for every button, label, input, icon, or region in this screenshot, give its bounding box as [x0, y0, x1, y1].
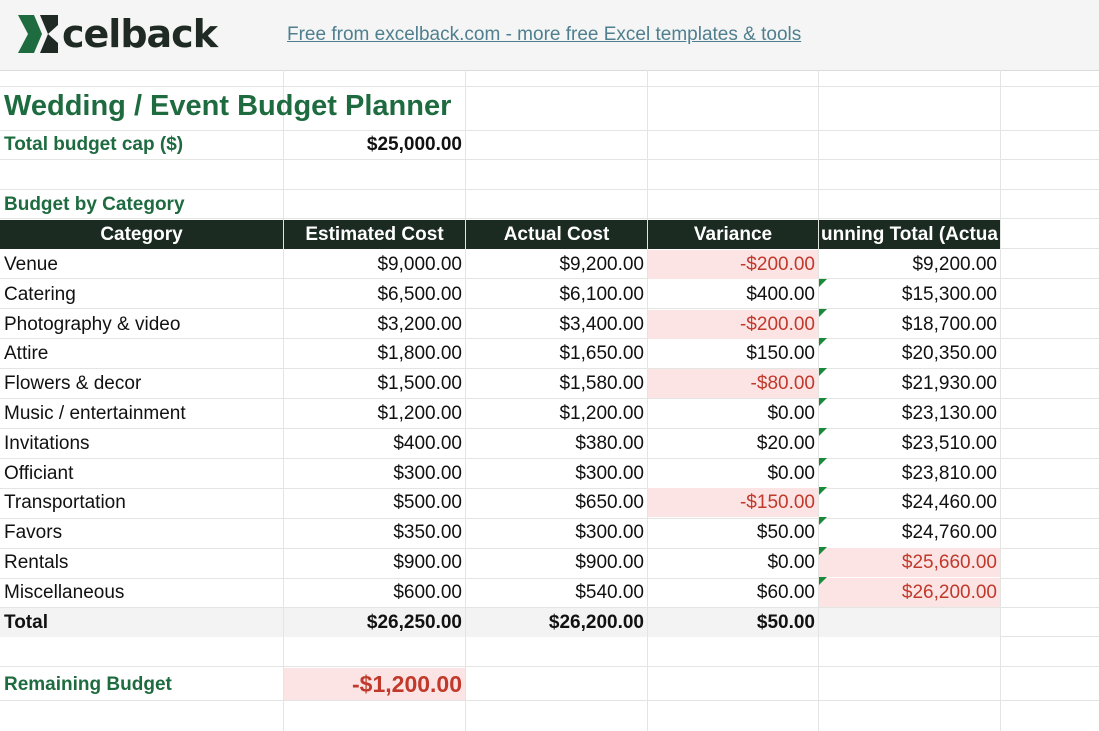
- running-total-cell[interactable]: $24,760.00: [819, 518, 1000, 547]
- column-header-category[interactable]: Category: [0, 220, 283, 249]
- excelback-logo-icon: [18, 15, 58, 53]
- actual-cell[interactable]: $380.00: [466, 429, 647, 458]
- cell-warning-indicator: [819, 308, 827, 317]
- column-header-running-total[interactable]: unning Total (Actua: [819, 220, 1000, 249]
- variance-cell[interactable]: -$150.00: [648, 488, 818, 518]
- category-cell[interactable]: Photography & video: [0, 310, 283, 339]
- cell-warning-indicator: [819, 338, 827, 347]
- grid-line: [0, 159, 1099, 160]
- running-total-cell[interactable]: $15,300.00: [819, 280, 1000, 309]
- running-total-cell[interactable]: $25,660.00: [819, 548, 1000, 577]
- actual-cell[interactable]: $300.00: [466, 518, 647, 547]
- variance-cell[interactable]: $20.00: [648, 429, 818, 458]
- category-cell[interactable]: Attire: [0, 339, 283, 368]
- running-total-cell[interactable]: $18,700.00: [819, 310, 1000, 339]
- estimated-cell[interactable]: $9,000.00: [284, 250, 465, 279]
- running-total-cell[interactable]: $21,930.00: [819, 369, 1000, 398]
- cell-warning-indicator: [819, 427, 827, 436]
- cell-warning-indicator: [819, 547, 827, 555]
- variance-cell[interactable]: $0.00: [648, 548, 818, 577]
- estimated-cell[interactable]: $900.00: [284, 548, 465, 577]
- actual-cell[interactable]: $3,400.00: [466, 310, 647, 339]
- variance-cell[interactable]: -$200.00: [648, 250, 818, 279]
- category-cell[interactable]: Transportation: [0, 488, 283, 517]
- actual-cell[interactable]: $900.00: [466, 548, 647, 577]
- estimated-cell[interactable]: $300.00: [284, 459, 465, 488]
- total-label: Total: [0, 608, 283, 637]
- header-bar: celback Free from excelback.com - more f…: [0, 0, 1099, 71]
- actual-cell[interactable]: $650.00: [466, 488, 647, 517]
- column-header-estimated[interactable]: Estimated Cost: [284, 220, 465, 249]
- estimated-cell[interactable]: $600.00: [284, 578, 465, 607]
- variance-cell[interactable]: $60.00: [648, 578, 818, 607]
- section-label: Budget by Category: [4, 194, 185, 215]
- category-cell[interactable]: Favors: [0, 518, 283, 547]
- budget-cap-value[interactable]: $25,000.00: [283, 130, 465, 159]
- column-header-variance[interactable]: Variance: [648, 220, 818, 249]
- actual-cell[interactable]: $1,200.00: [466, 399, 647, 428]
- running-total-cell[interactable]: $26,200.00: [819, 577, 1000, 607]
- variance-cell[interactable]: $0.00: [648, 399, 818, 428]
- actual-cell[interactable]: $300.00: [466, 459, 647, 488]
- grid-line: [0, 666, 1099, 667]
- running-total-cell[interactable]: $23,510.00: [819, 429, 1000, 458]
- budget-cap-label: Total budget cap ($): [4, 134, 184, 155]
- variance-cell[interactable]: -$200.00: [648, 309, 818, 339]
- actual-cell[interactable]: $540.00: [466, 578, 647, 607]
- total-running-empty[interactable]: [819, 608, 1000, 637]
- actual-cell[interactable]: $6,100.00: [466, 280, 647, 309]
- category-cell[interactable]: Officiant: [0, 459, 283, 488]
- cell-warning-indicator: [819, 517, 827, 526]
- actual-cell[interactable]: $1,580.00: [466, 369, 647, 398]
- running-total-cell[interactable]: $23,810.00: [819, 459, 1000, 488]
- column-header-actual[interactable]: Actual Cost: [466, 220, 647, 249]
- category-cell[interactable]: Invitations: [0, 429, 283, 458]
- total-estimated[interactable]: $26,250.00: [284, 608, 465, 637]
- spreadsheet-grid: Wedding / Event Budget Planner Total bud…: [0, 70, 1099, 731]
- category-cell[interactable]: Flowers & decor: [0, 369, 283, 398]
- excelback-logo[interactable]: celback: [18, 12, 218, 56]
- cell-warning-indicator: [819, 457, 827, 466]
- category-cell[interactable]: Venue: [0, 250, 283, 279]
- cell-warning-indicator: [819, 278, 827, 287]
- cell-warning-indicator: [819, 368, 827, 377]
- logo-text: celback: [62, 12, 218, 56]
- grid-line: [1000, 70, 1001, 731]
- category-cell[interactable]: Miscellaneous: [0, 578, 283, 607]
- estimated-cell[interactable]: $1,800.00: [284, 339, 465, 368]
- remaining-budget-label: Remaining Budget: [4, 674, 172, 695]
- estimated-cell[interactable]: $6,500.00: [284, 280, 465, 309]
- sheet-title: Wedding / Event Budget Planner: [4, 90, 452, 122]
- category-cell[interactable]: Rentals: [0, 548, 283, 577]
- cell-warning-indicator: [819, 576, 827, 585]
- running-total-cell[interactable]: $24,460.00: [819, 488, 1000, 517]
- estimated-cell[interactable]: $1,200.00: [284, 399, 465, 428]
- running-total-cell[interactable]: $9,200.00: [819, 250, 1000, 279]
- actual-cell[interactable]: $9,200.00: [466, 250, 647, 279]
- running-total-cell[interactable]: $20,350.00: [819, 339, 1000, 368]
- cell-warning-indicator: [819, 487, 827, 496]
- variance-cell[interactable]: $150.00: [648, 339, 818, 368]
- actual-cell[interactable]: $1,650.00: [466, 339, 647, 368]
- grid-line: [0, 86, 1099, 87]
- estimated-cell[interactable]: $500.00: [284, 488, 465, 517]
- total-actual[interactable]: $26,200.00: [466, 608, 647, 637]
- estimated-cell[interactable]: $1,500.00: [284, 369, 465, 398]
- variance-cell[interactable]: -$80.00: [648, 369, 818, 399]
- estimated-cell[interactable]: $400.00: [284, 429, 465, 458]
- estimated-cell[interactable]: $350.00: [284, 518, 465, 547]
- total-variance[interactable]: $50.00: [648, 608, 818, 637]
- variance-cell[interactable]: $400.00: [648, 280, 818, 309]
- running-total-cell[interactable]: $23,130.00: [819, 399, 1000, 428]
- grid-line: [0, 700, 1099, 701]
- variance-cell[interactable]: $0.00: [648, 459, 818, 488]
- estimated-cell[interactable]: $3,200.00: [284, 310, 465, 339]
- remaining-budget-value[interactable]: -$1,200.00: [284, 668, 465, 700]
- variance-cell[interactable]: $50.00: [648, 518, 818, 547]
- category-cell[interactable]: Music / entertainment: [0, 399, 283, 428]
- category-cell[interactable]: Catering: [0, 280, 283, 309]
- excelback-link[interactable]: Free from excelback.com - more free Exce…: [287, 24, 801, 46]
- cell-warning-indicator: [819, 398, 827, 406]
